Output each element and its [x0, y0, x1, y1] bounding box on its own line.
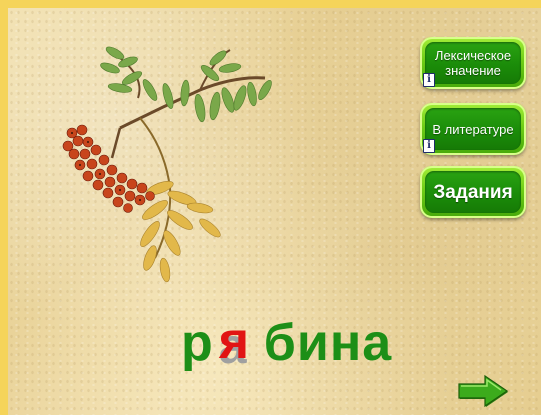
tasks-button[interactable]: Задания: [420, 166, 526, 218]
word-suffix: бина: [263, 314, 393, 372]
info-icon[interactable]: i: [423, 73, 435, 87]
next-slide-button[interactable]: [457, 374, 509, 408]
lexical-meaning-button[interactable]: Лексическое значение i: [420, 37, 526, 89]
info-icon[interactable]: i: [423, 139, 435, 153]
lexical-meaning-label: Лексическое значение: [425, 42, 521, 84]
in-literature-label: В литературе: [425, 108, 521, 150]
tasks-label: Задания: [425, 171, 521, 213]
inserted-letter: я: [218, 312, 251, 370]
in-literature-button[interactable]: В литературе i: [420, 103, 526, 155]
rowan-branch-illustration: [62, 46, 272, 283]
right-arrow-icon: [458, 374, 509, 408]
spelling-word: р а я бина: [181, 303, 393, 374]
word-prefix: р: [181, 314, 214, 372]
missing-letter-slot[interactable]: а я: [215, 312, 263, 374]
